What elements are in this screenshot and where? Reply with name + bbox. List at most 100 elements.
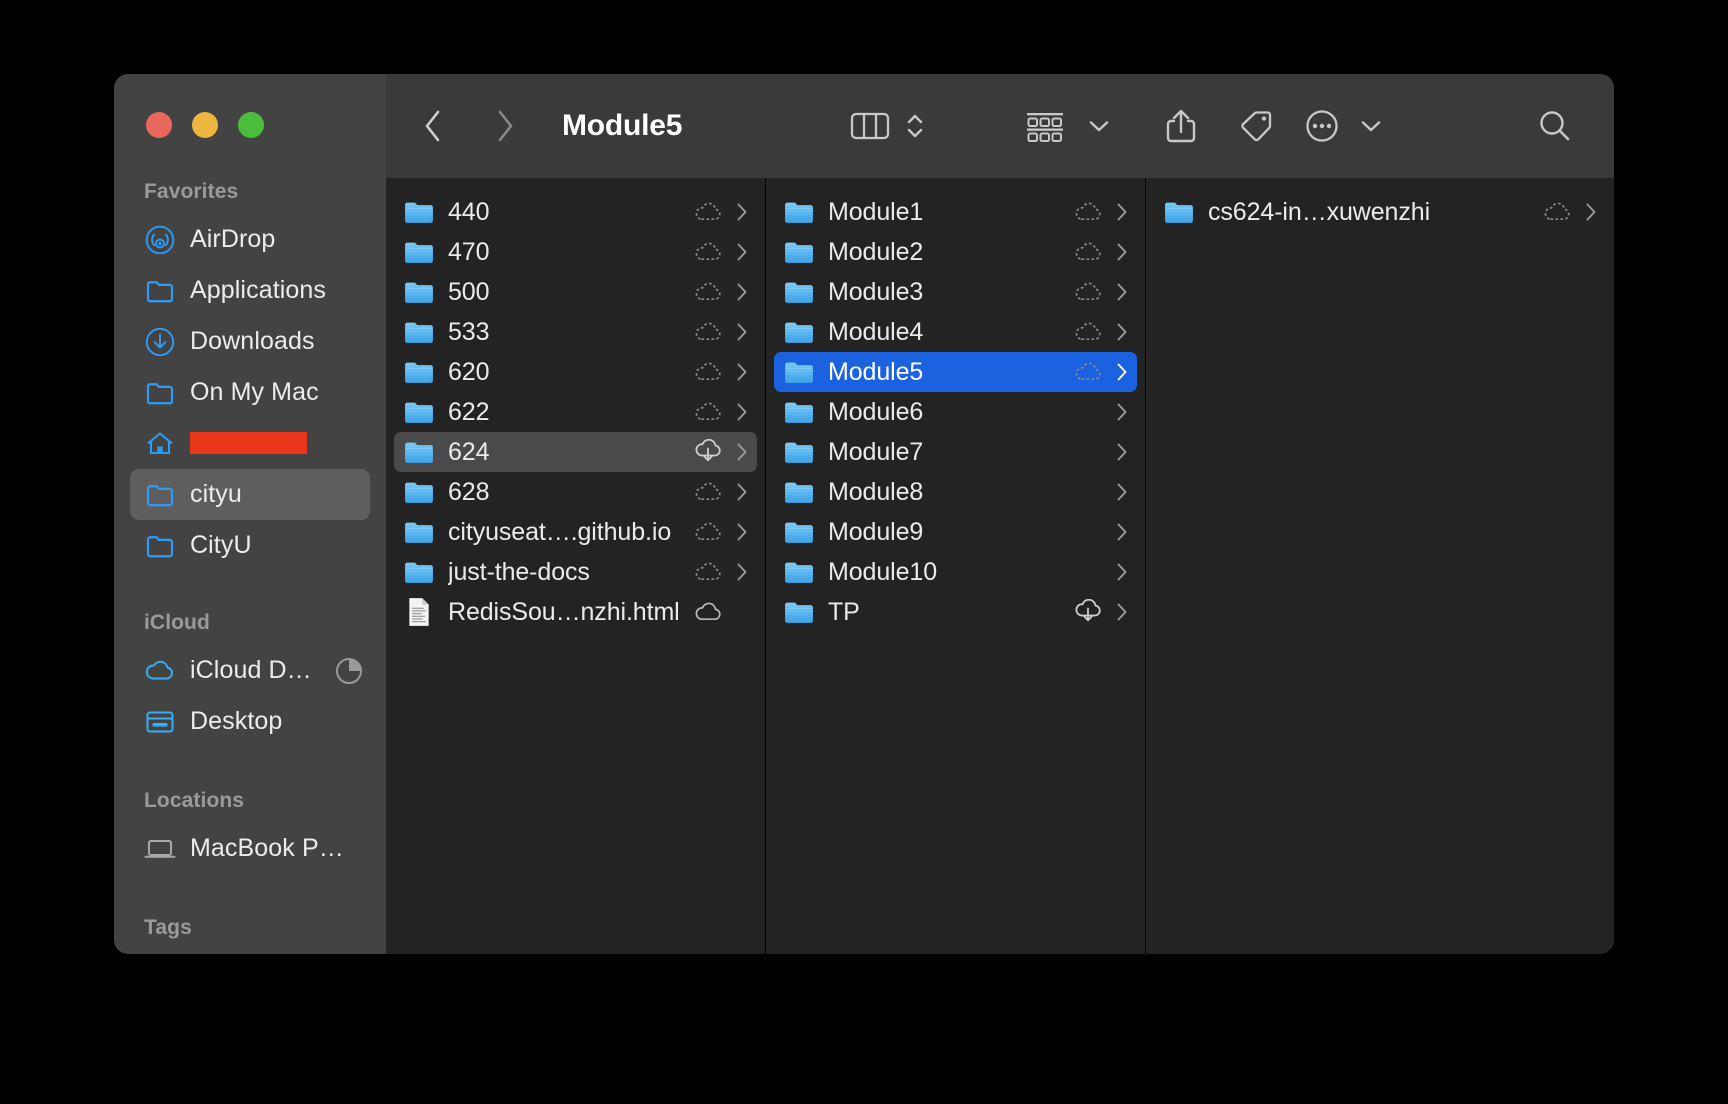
- cloud-status-slot[interactable]: [693, 321, 723, 343]
- folder-icon: [404, 479, 434, 505]
- row-status: [1063, 241, 1129, 263]
- file-row[interactable]: TP: [774, 592, 1137, 632]
- cloud-status-slot[interactable]: [693, 601, 723, 623]
- file-row[interactable]: Module3: [774, 272, 1137, 312]
- group-options-button[interactable]: [1084, 99, 1114, 153]
- cloud-not-downloaded-icon[interactable]: [693, 201, 723, 223]
- cloud-status-slot[interactable]: [693, 561, 723, 583]
- file-row[interactable]: Module4: [774, 312, 1137, 352]
- cloud-status-slot[interactable]: [693, 441, 723, 463]
- cloud-not-downloaded-icon[interactable]: [693, 241, 723, 263]
- cloud-download-icon[interactable]: [1073, 599, 1103, 625]
- file-row[interactable]: just-the-docs: [394, 552, 757, 592]
- file-row[interactable]: 628: [394, 472, 757, 512]
- sidebar-item-applications[interactable]: Applications: [130, 265, 370, 316]
- folder-icon: [784, 320, 814, 344]
- cloud-status-slot[interactable]: [1073, 281, 1103, 303]
- disclosure-chevron-icon: [1115, 402, 1129, 422]
- file-row[interactable]: 500: [394, 272, 757, 312]
- sidebar-item-macbook-p[interactable]: MacBook P…: [130, 823, 370, 874]
- file-row[interactable]: Module8: [774, 472, 1137, 512]
- cloud-not-downloaded-icon[interactable]: [693, 521, 723, 543]
- row-status: [1063, 441, 1129, 463]
- cloud-download-icon[interactable]: [693, 439, 723, 465]
- file-name: TP: [828, 597, 860, 626]
- column-view-button[interactable]: [842, 99, 898, 153]
- cloud-not-downloaded-icon[interactable]: [1073, 321, 1103, 343]
- cloud-status-slot[interactable]: [693, 241, 723, 263]
- cloud-status-slot[interactable]: [693, 521, 723, 543]
- share-button[interactable]: [1156, 99, 1206, 153]
- file-row[interactable]: RedisSou…nzhi.html: [394, 592, 757, 632]
- disclosure-chevron-icon: [735, 562, 749, 582]
- cloud-status-slot[interactable]: [1542, 201, 1572, 223]
- cloud-status-slot[interactable]: [1073, 361, 1103, 383]
- file-row[interactable]: Module2: [774, 232, 1137, 272]
- file-row[interactable]: cityuseat….github.io: [394, 512, 757, 552]
- sidebar-item-redacted[interactable]: [130, 418, 370, 469]
- cloud-status-slot[interactable]: [1073, 201, 1103, 223]
- file-row[interactable]: Module10: [774, 552, 1137, 592]
- minimize-button[interactable]: [192, 112, 218, 138]
- group-items-button[interactable]: [1016, 99, 1074, 153]
- forward-button[interactable]: [478, 99, 532, 153]
- sidebar-item-desktop[interactable]: Desktop: [130, 696, 370, 747]
- row-status: [683, 281, 749, 303]
- sidebar-item-cityu[interactable]: CityU: [130, 520, 370, 571]
- cloud-not-downloaded-icon[interactable]: [1073, 361, 1103, 383]
- cloud-not-downloaded-icon[interactable]: [693, 481, 723, 503]
- sidebar-item-label: cityu: [190, 480, 242, 508]
- cloud-status-slot[interactable]: [1073, 241, 1103, 263]
- folder-icon: [784, 439, 814, 465]
- file-row[interactable]: Module9: [774, 512, 1137, 552]
- file-row[interactable]: Module7: [774, 432, 1137, 472]
- file-row[interactable]: 533: [394, 312, 757, 352]
- tags-button[interactable]: [1231, 99, 1281, 153]
- file-row[interactable]: 440: [394, 192, 757, 232]
- cloud-status-slot[interactable]: [1073, 321, 1103, 343]
- maximize-button[interactable]: [238, 112, 264, 138]
- finder-column-2[interactable]: Module1 Module2 Module3 Module4 Module5 Modul…: [766, 178, 1146, 954]
- folder-icon: [784, 480, 814, 504]
- cloud-status-slot[interactable]: [693, 401, 723, 423]
- view-options-button[interactable]: [898, 99, 932, 153]
- cloud-not-downloaded-icon[interactable]: [693, 281, 723, 303]
- sidebar-item-on-my-mac[interactable]: On My Mac: [130, 367, 370, 418]
- cloud-not-downloaded-icon[interactable]: [1073, 201, 1103, 223]
- sidebar-item-cityu[interactable]: cityu: [130, 469, 370, 520]
- cloud-not-downloaded-icon[interactable]: [693, 321, 723, 343]
- file-row[interactable]: cs624-in…xuwenzhi: [1154, 192, 1606, 232]
- sidebar-item-downloads[interactable]: Downloads: [130, 316, 370, 367]
- cloud-not-downloaded-icon[interactable]: [1073, 241, 1103, 263]
- cloud-status-slot[interactable]: [1073, 601, 1103, 623]
- file-row[interactable]: 624: [394, 432, 757, 472]
- file-row[interactable]: 622: [394, 392, 757, 432]
- cloud-status-slot[interactable]: [693, 201, 723, 223]
- file-row[interactable]: 620: [394, 352, 757, 392]
- cloud-status-slot[interactable]: [693, 481, 723, 503]
- disclosure-chevron-icon: [735, 482, 749, 502]
- close-button[interactable]: [146, 112, 172, 138]
- cloud-icon[interactable]: [693, 601, 723, 623]
- finder-column-1[interactable]: 440 470 500 533 620 622 624 628 cityuseat….githu…: [386, 178, 766, 954]
- file-row[interactable]: Module6: [774, 392, 1137, 432]
- file-row[interactable]: Module1: [774, 192, 1137, 232]
- file-row[interactable]: 470: [394, 232, 757, 272]
- finder-column-3[interactable]: cs624-in…xuwenzhi: [1146, 178, 1614, 954]
- cloud-not-downloaded-icon[interactable]: [693, 561, 723, 583]
- more-options-button[interactable]: [1356, 99, 1386, 153]
- back-button[interactable]: [406, 99, 460, 153]
- cloud-not-downloaded-icon[interactable]: [1542, 201, 1572, 223]
- sidebar-favorites-list: AirDrop Applications Downloads On My Mac…: [114, 214, 386, 571]
- more-button[interactable]: [1298, 99, 1346, 153]
- cloud-not-downloaded-icon[interactable]: [693, 401, 723, 423]
- cloud-status-slot[interactable]: [693, 281, 723, 303]
- file-row[interactable]: Module5: [774, 352, 1137, 392]
- cloud-not-downloaded-icon[interactable]: [1073, 281, 1103, 303]
- sidebar-item-icloud-d[interactable]: iCloud D…: [130, 645, 370, 696]
- search-button[interactable]: [1530, 99, 1580, 153]
- cloud-not-downloaded-icon[interactable]: [693, 361, 723, 383]
- cloud-status-slot[interactable]: [693, 361, 723, 383]
- sidebar-section-tags: Tags: [144, 916, 192, 939]
- sidebar-item-airdrop[interactable]: AirDrop: [130, 214, 370, 265]
